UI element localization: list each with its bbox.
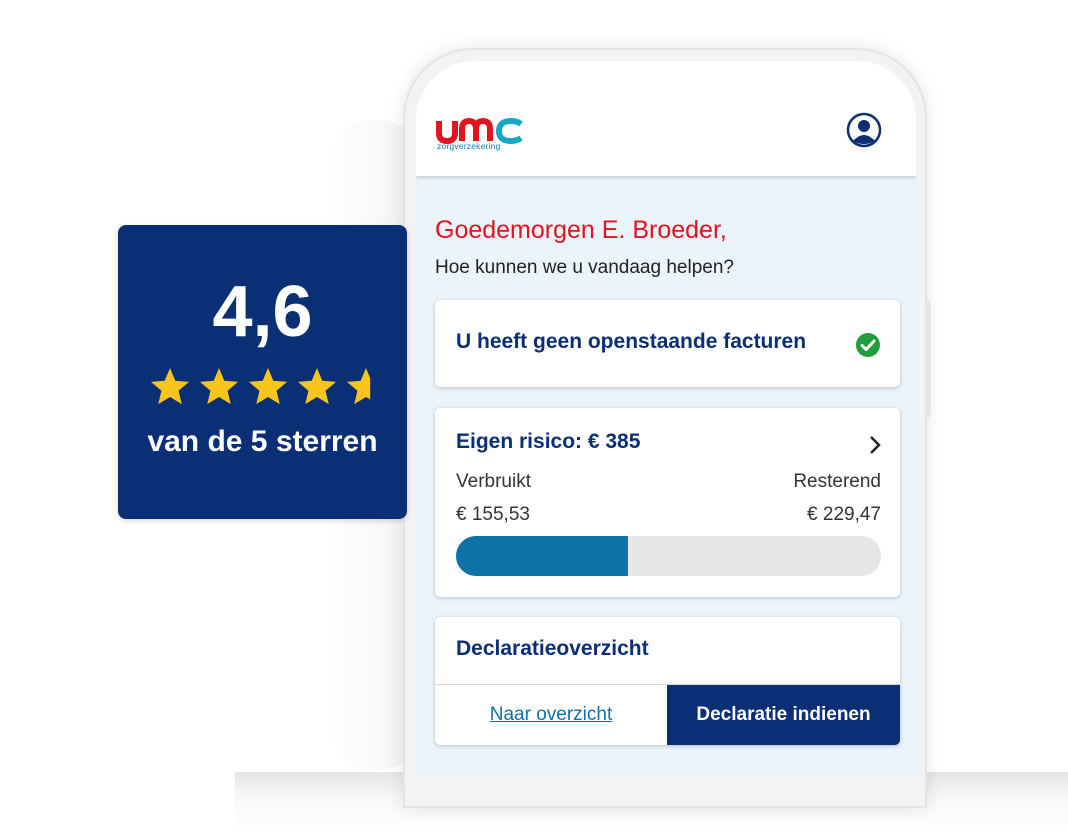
- app-screen: zorgverzekering Goedemorgen E. Broeder, …: [416, 61, 916, 777]
- star-icon: [248, 368, 288, 405]
- invoices-card: U heeft geen openstaande facturen: [435, 300, 900, 387]
- star-icon: [346, 368, 371, 405]
- claims-card: Declaratieoverzicht Naar overzicht Decla…: [435, 617, 900, 745]
- rating-value: 4,6: [212, 272, 313, 352]
- used-label: Verbruikt: [456, 471, 531, 492]
- app-header: zorgverzekering: [416, 61, 916, 176]
- star-rating: [150, 368, 371, 405]
- user-circle-icon[interactable]: [846, 112, 882, 148]
- remaining-value: € 229,47: [807, 504, 881, 525]
- star-icon: [297, 368, 337, 405]
- deductible-title: Eigen risico: € 385: [456, 430, 641, 453]
- rating-caption: van de 5 sterren: [147, 425, 378, 458]
- star-icon: [199, 368, 239, 405]
- deductible-card[interactable]: Eigen risico: € 385 Verbruikt Resterend …: [435, 408, 900, 597]
- used-value: € 155,53: [456, 504, 530, 525]
- greeting-title: Goedemorgen E. Broeder,: [435, 216, 727, 244]
- invoices-status-text: U heeft geen openstaande facturen: [456, 330, 807, 353]
- overview-link[interactable]: Naar overzicht: [435, 685, 667, 745]
- deductible-progress-fill: [456, 536, 628, 576]
- claims-title: Declaratieoverzicht: [456, 637, 649, 660]
- star-icon: [150, 368, 190, 405]
- submit-claim-button[interactable]: Declaratie indienen: [667, 685, 900, 745]
- rating-badge: 4,6 van de 5 sterren: [118, 225, 407, 519]
- greeting-subtitle: Hoe kunnen we u vandaag helpen?: [435, 257, 734, 278]
- brand-tagline: zorgverzekering: [437, 141, 501, 151]
- remaining-label: Resterend: [793, 471, 881, 492]
- deductible-progress-bar: [456, 536, 881, 576]
- chevron-right-icon[interactable]: [867, 434, 883, 456]
- check-circle-icon: [856, 333, 880, 357]
- phone-side-button: [925, 300, 931, 418]
